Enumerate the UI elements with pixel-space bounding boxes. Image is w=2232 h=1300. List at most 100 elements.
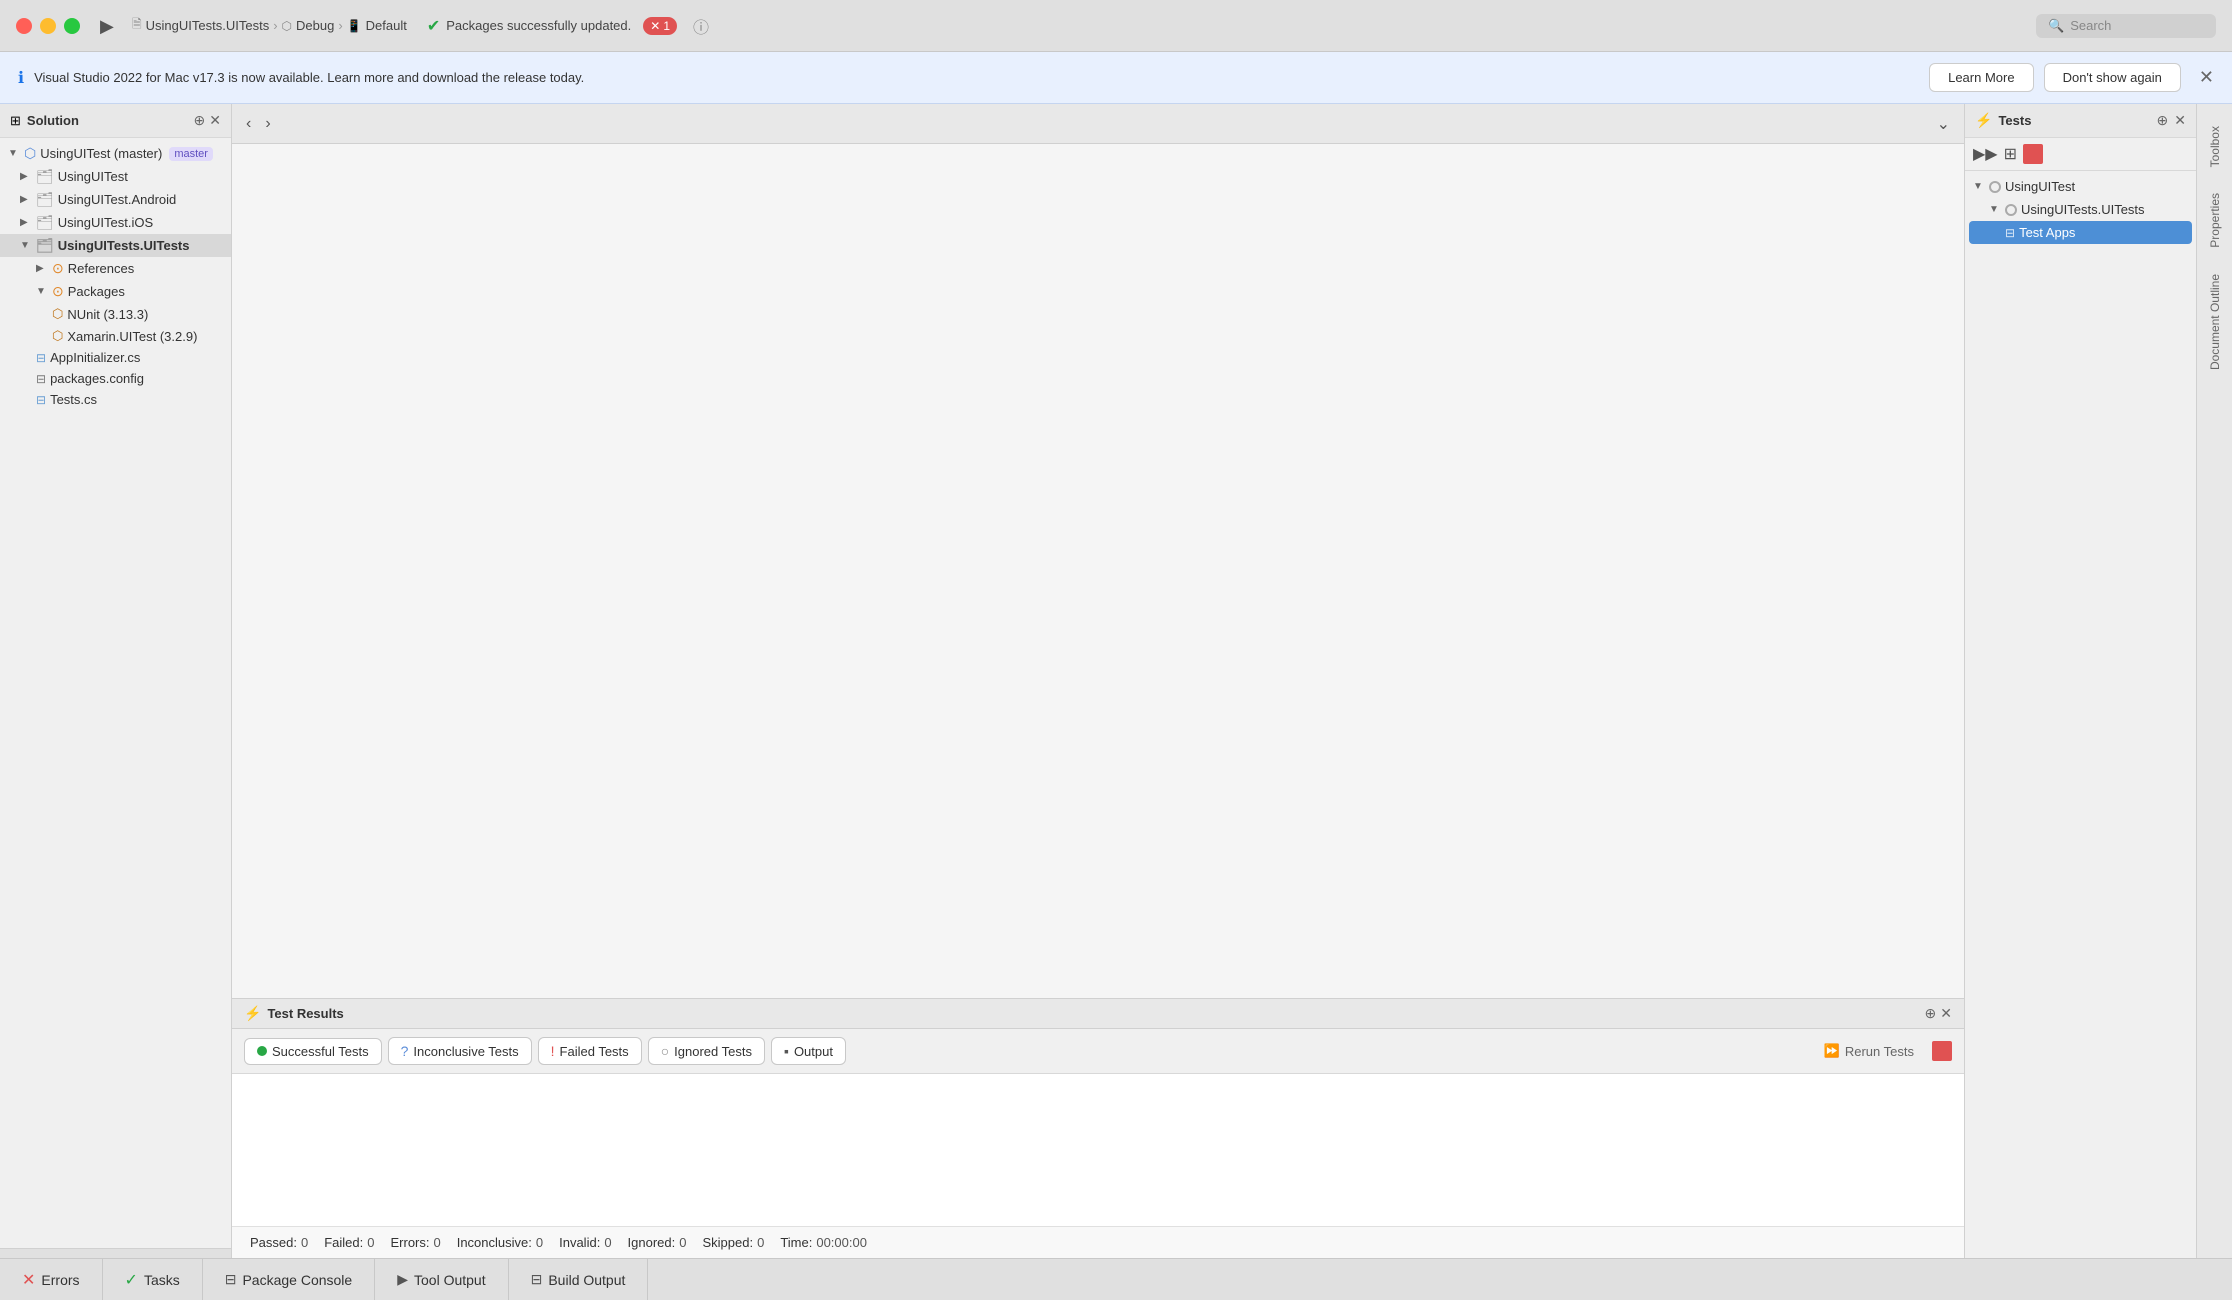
rerun-tests-button[interactable]: ⏩ Rerun Tests (1812, 1038, 1926, 1064)
package-console-tab-label: Package Console (242, 1272, 352, 1288)
tree-item-packages[interactable]: ▼ ⊙ Packages (0, 280, 231, 303)
stat-passed: Passed: 0 (250, 1235, 308, 1250)
panel-close-button[interactable]: ✕ (1940, 1005, 1952, 1022)
ignored-tests-button[interactable]: ○ Ignored Tests (648, 1037, 765, 1065)
dismiss-button[interactable]: Don't show again (2044, 63, 2181, 92)
main-content: ⊞ Solution ⊕ ✕ ▼ ⬡ UsingUITest (master) … (0, 104, 2232, 1258)
back-button[interactable]: ‹ (242, 113, 255, 135)
stat-time-value: 00:00:00 (816, 1235, 867, 1250)
stat-inconclusive-value: 0 (536, 1235, 543, 1250)
output-label: Output (794, 1044, 833, 1059)
test-results-area (232, 1074, 1964, 1226)
inconclusive-tests-label: Inconclusive Tests (413, 1044, 518, 1059)
tests-item-uitests[interactable]: ▼ UsingUITests.UITests (1965, 198, 2196, 221)
tree-item-packages-config[interactable]: ⊟ packages.config (0, 368, 231, 389)
sidebar-close-button[interactable]: ✕ (209, 112, 221, 129)
expand-icon: ▶ (36, 263, 48, 274)
stop-all-button[interactable] (2023, 144, 2043, 164)
minimize-button[interactable] (40, 18, 56, 34)
group-button[interactable]: ⊞ (2004, 144, 2017, 164)
test-apps-icon: ⊟ (2005, 226, 2015, 240)
output-icon: ⊟ (531, 1271, 543, 1288)
output-button[interactable]: ▪ Output (771, 1037, 846, 1065)
inconclusive-tests-button[interactable]: ? Inconclusive Tests (388, 1037, 532, 1065)
stat-errors-label: Errors: (390, 1235, 429, 1250)
learn-more-button[interactable]: Learn More (1929, 63, 2033, 92)
tree-label: References (68, 261, 134, 276)
sidebar-scrollbar[interactable] (0, 1248, 231, 1258)
sidebar-pin-button[interactable]: ⊕ (194, 112, 206, 129)
cs-file-icon: ⊟ (36, 393, 46, 407)
run-button[interactable]: ▶ (100, 16, 120, 36)
toolbox-tab[interactable]: Toolbox (2202, 114, 2228, 179)
tree-item-usinguitest[interactable]: ▶ 🗂 UsingUITest (0, 165, 231, 188)
tests-item-root[interactable]: ▼ UsingUITest (1965, 175, 2196, 198)
tree-label: Tests.cs (50, 392, 97, 407)
package-icon: ⬡ (52, 306, 63, 322)
maximize-button[interactable] (64, 18, 80, 34)
tree-item-appinitializer[interactable]: ⊟ AppInitializer.cs (0, 347, 231, 368)
tree-item-uitests[interactable]: ▼ 🗂 UsingUITests.UITests (0, 234, 231, 257)
panel-pin-button[interactable]: ⊕ (1925, 1005, 1937, 1022)
tree-label: UsingUITest.Android (58, 192, 177, 207)
stat-time: Time: 00:00:00 (780, 1235, 867, 1250)
editor-toolbar: ‹ › ⌄ (232, 104, 1964, 144)
editor-area[interactable] (232, 144, 1964, 998)
info-icon[interactable]: ⓘ (693, 14, 709, 38)
tool-output-tab-label: Tool Output (414, 1272, 486, 1288)
errors-tab[interactable]: ✕ Errors (0, 1259, 103, 1300)
properties-tab[interactable]: Properties (2202, 181, 2228, 260)
breadcrumb-config: Debug (296, 18, 334, 33)
output-icon: ▪ (784, 1043, 789, 1059)
tree-item-root[interactable]: ▼ ⬡ UsingUITest (master) master (0, 142, 231, 165)
failed-tests-button[interactable]: ! Failed Tests (538, 1037, 642, 1065)
stat-skipped-label: Skipped: (702, 1235, 753, 1250)
stat-skipped: Skipped: 0 (702, 1235, 764, 1250)
stat-invalid-value: 0 (604, 1235, 611, 1250)
stop-button[interactable] (1932, 1041, 1952, 1061)
tests-pin-button[interactable]: ⊕ (2157, 112, 2169, 129)
document-outline-tab[interactable]: Document Outline (2202, 262, 2228, 382)
successful-tests-button[interactable]: Successful Tests (244, 1038, 382, 1065)
package-icon: ⊟ (225, 1271, 237, 1288)
tests-item-testapps[interactable]: ⊟ Test Apps (1969, 221, 2192, 244)
close-icon[interactable]: ✕ (2199, 67, 2214, 88)
sidebar-header: ⊞ Solution ⊕ ✕ (0, 104, 231, 138)
stat-skipped-value: 0 (757, 1235, 764, 1250)
forward-button[interactable]: › (261, 113, 274, 135)
tree-item-xamarin-uitest[interactable]: ⬡ Xamarin.UITest (3.2.9) (0, 325, 231, 347)
sidebar-title: Solution (27, 113, 188, 128)
tests-label: UsingUITests.UITests (2021, 202, 2145, 217)
expand-icon: ▼ (1989, 204, 2001, 215)
stat-invalid-label: Invalid: (559, 1235, 600, 1250)
tree-item-references[interactable]: ▶ ⊙ References (0, 257, 231, 280)
tree-item-nunit[interactable]: ⬡ NUnit (3.13.3) (0, 303, 231, 325)
tree-item-ios[interactable]: ▶ 🗂 UsingUITest.iOS (0, 211, 231, 234)
build-output-tab-label: Build Output (548, 1272, 625, 1288)
sidebar-controls: ⊕ ✕ (194, 112, 221, 129)
tree-item-tests-cs[interactable]: ⊟ Tests.cs (0, 389, 231, 410)
xml-file-icon: ⊟ (36, 372, 46, 386)
run-all-button[interactable]: ▶▶ (1973, 144, 1998, 164)
breadcrumb-device: Default (366, 18, 407, 33)
close-button[interactable] (16, 18, 32, 34)
build-status-text: Packages successfully updated. (446, 18, 631, 33)
expand-icon: ▼ (20, 240, 32, 251)
search-bar[interactable]: 🔍 Search (2036, 14, 2216, 38)
tests-panel: ⚡ Tests ⊕ ✕ ▶▶ ⊞ ▼ UsingUITest ▼ UsingUI… (1964, 104, 2196, 1258)
package-console-tab[interactable]: ⊟ Package Console (203, 1259, 375, 1300)
expand-icon: ▶ (20, 171, 32, 182)
tasks-tab[interactable]: ✓ Tasks (103, 1259, 203, 1300)
test-results-title: Test Results (267, 1006, 1918, 1021)
tool-output-tab[interactable]: ▶ Tool Output (375, 1259, 508, 1300)
panel-controls: ⊕ ✕ (1925, 1005, 1952, 1022)
inconclusive-icon: ? (401, 1043, 409, 1059)
panel-toggle-button[interactable]: ⌄ (1933, 112, 1954, 136)
expand-icon: ▶ (20, 194, 32, 205)
error-badge[interactable]: ✕ 1 (643, 17, 677, 35)
test-status-circle (1989, 181, 2001, 193)
tree-item-android[interactable]: ▶ 🗂 UsingUITest.Android (0, 188, 231, 211)
tests-close-button[interactable]: ✕ (2174, 112, 2186, 129)
build-output-tab[interactable]: ⊟ Build Output (509, 1259, 649, 1300)
traffic-lights (16, 18, 80, 34)
